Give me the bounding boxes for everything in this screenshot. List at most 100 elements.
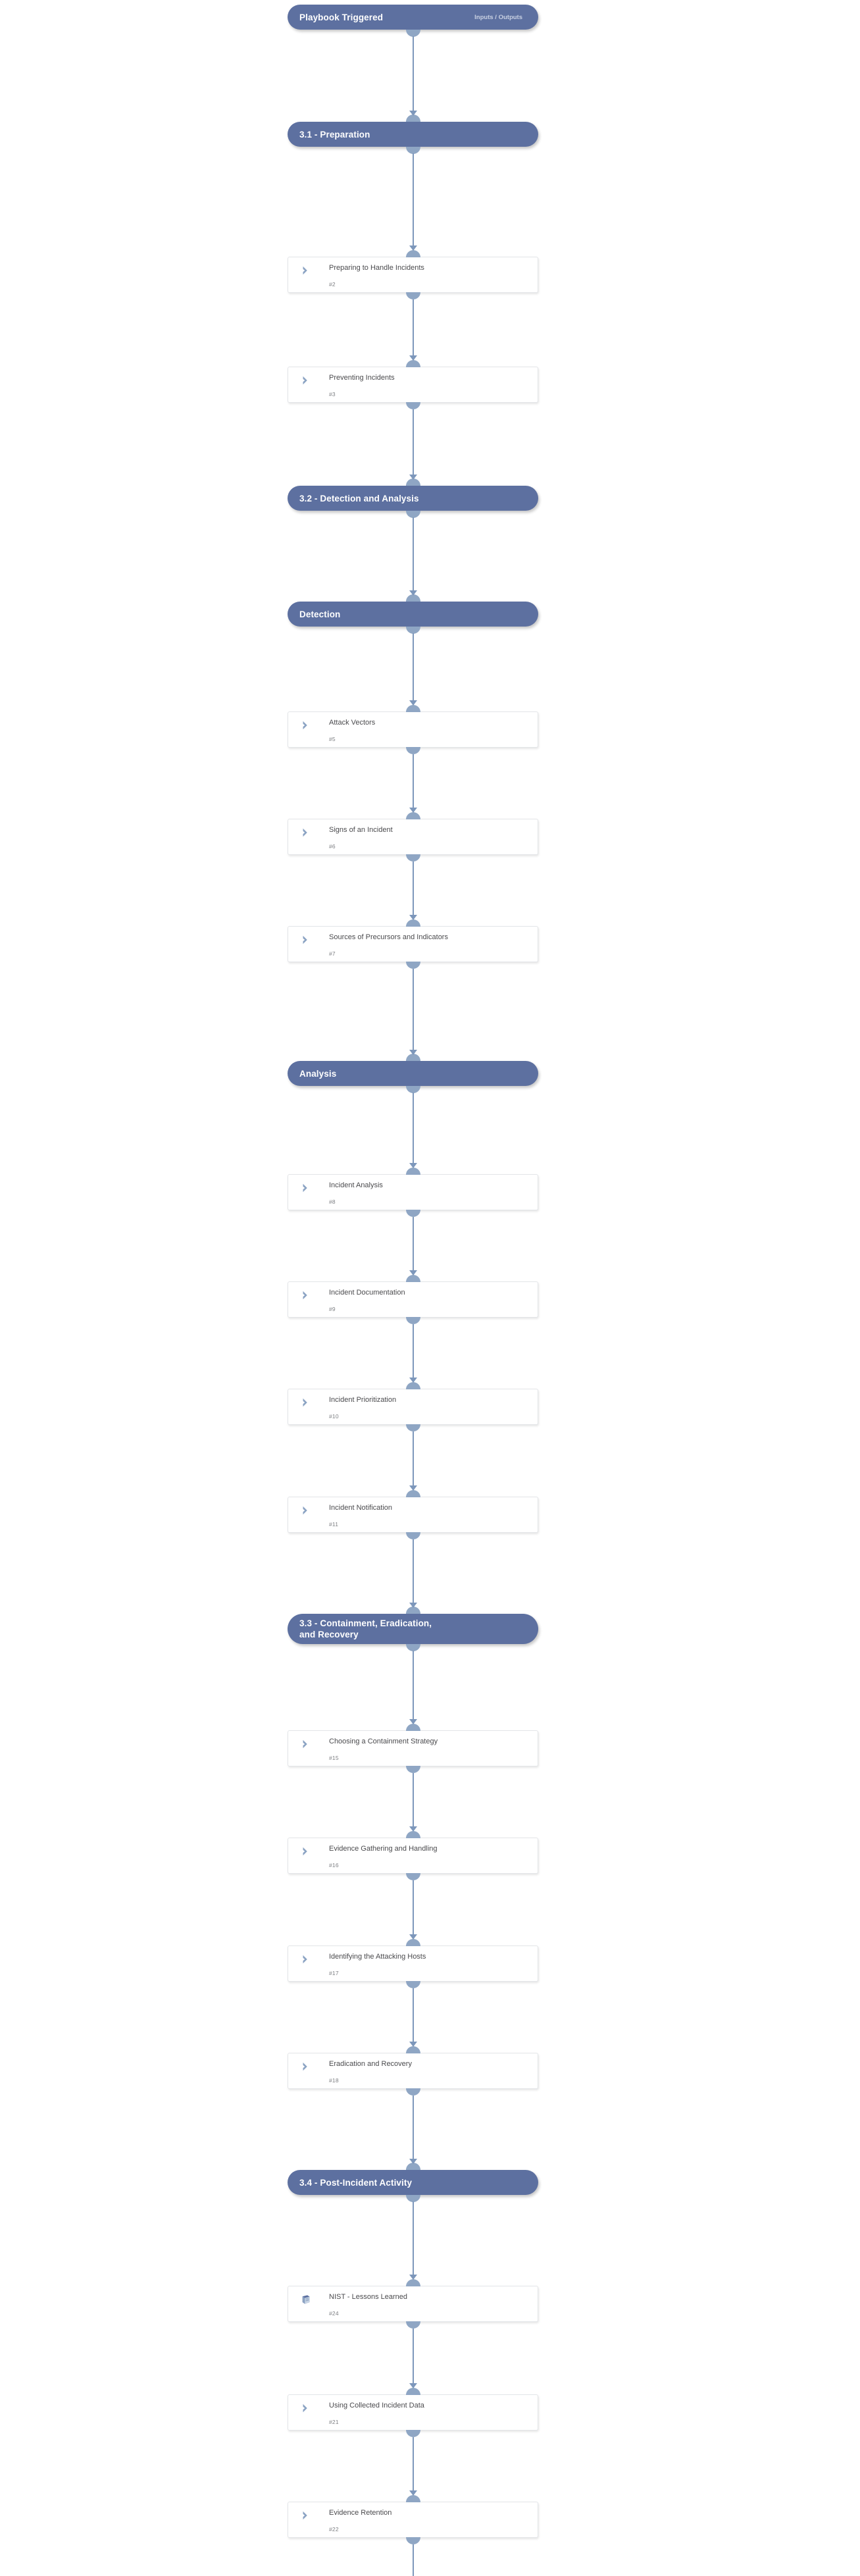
connector-port-in [405,1382,420,1389]
node-preventing-incidents[interactable]: Preventing Incidents #3 [288,360,538,409]
edge-connector [413,36,414,115]
identifying-the-attacking-hosts-title: Identifying the Attacking Hosts [329,1953,426,1961]
playbook-triggered-title: Playbook Triggered [299,12,384,22]
node-playbook-triggered[interactable]: Playbook Triggered Inputs / Outputs [288,5,538,37]
edge-connector [413,969,414,1054]
incident-analysis-ref: #8 [329,1198,336,1205]
connector-port-out [405,747,420,754]
node-eradication-and-recovery[interactable]: Eradication and Recovery #18 [288,2046,538,2096]
signs-of-an-incident-title: Signs of an Incident [329,826,393,834]
preventing-incidents-card[interactable]: Preventing Incidents #3 [288,360,538,409]
incident-documentation-card[interactable]: Incident Documentation #9 [288,1275,538,1324]
playbook-flowchart: Playbook Triggered Inputs / Outputs 3.1 - … [0,0,860,2576]
node-stage-3-4[interactable]: 3.4 - Post-Incident Activity [288,2163,538,2202]
node-sources-of-precursors-and-indicators[interactable]: Sources of Precursors and Indicators #7 [288,919,538,969]
chevron-right-icon [300,2402,312,2414]
node-stage-3-3[interactable]: 3.3 - Containment, Eradication, and Reco… [288,1607,538,1651]
node-incident-documentation[interactable]: Incident Documentation #9 [288,1275,538,1324]
chevron-right-icon [300,1397,312,1408]
sources-of-precursors-and-indicators-card[interactable]: Sources of Precursors and Indicators #7 [288,919,538,969]
chevron-right-icon [300,2510,312,2521]
edge-connector [413,1093,414,1168]
connector-port-in [405,2279,420,2286]
connector-port-out [405,402,420,409]
incident-documentation-ref: #9 [329,1306,336,1312]
evidence-retention-title: Evidence Retention [329,2509,392,2517]
eradication-and-recovery-card[interactable]: Eradication and Recovery #18 [288,2046,538,2096]
stage-detection-pill[interactable]: Detection [288,594,538,634]
signs-of-an-incident-card[interactable]: Signs of an Incident #6 [288,812,538,862]
stage-analysis-pill[interactable]: Analysis [288,1054,538,1093]
node-incident-analysis[interactable]: Incident Analysis #8 [288,1168,538,1217]
node-attack-vectors[interactable]: Attack Vectors #5 [288,705,538,754]
stage-3-1-pill[interactable]: 3.1 - Preparation [288,115,538,154]
chevron-right-icon [300,2061,312,2073]
attack-vectors-card[interactable]: Attack Vectors #5 [288,705,538,754]
chevron-right-icon [300,1289,312,1301]
incident-documentation-title: Incident Documentation [329,1289,405,1297]
stage-3-2-pill[interactable]: 3.2 - Detection and Analysis [288,478,538,518]
node-evidence-gathering-and-handling[interactable]: Evidence Gathering and Handling #16 [288,1831,538,1880]
nist-lessons-learned-card[interactable]: NIST - Lessons Learned #24 [288,2279,538,2329]
node-signs-of-an-incident[interactable]: Signs of an Incident #6 [288,812,538,862]
evidence-retention-card[interactable]: Evidence Retention #22 [288,2495,538,2544]
connector-port-out [405,1424,420,1431]
node-stage-analysis[interactable]: Analysis [288,1054,538,1093]
edge-connector [413,2329,414,2388]
sources-of-precursors-and-indicators-ref: #7 [329,950,336,957]
chevron-right-icon [300,1182,312,1194]
connector-port-in [405,1939,420,1946]
chevron-right-icon [300,265,312,276]
attack-vectors-title: Attack Vectors [329,719,376,727]
edge-connector [413,862,414,919]
node-preparing-to-handle-incidents[interactable]: Preparing to Handle Incidents #2 [288,250,538,299]
connector-port-out [405,854,420,862]
incident-notification-card[interactable]: Incident Notification #11 [288,1490,538,1539]
choosing-a-containment-strategy-card[interactable]: Choosing a Containment Strategy #15 [288,1724,538,1773]
evidence-gathering-and-handling-card[interactable]: Evidence Gathering and Handling #16 [288,1831,538,1880]
chevron-right-icon [300,1738,312,1750]
edge-connector [413,754,414,812]
preventing-incidents-title: Preventing Incidents [329,374,395,382]
chevron-right-icon [300,719,312,731]
chevron-right-icon [300,827,312,838]
incident-notification-ref: #11 [329,1521,339,1528]
stage-3-3-pill[interactable]: 3.3 - Containment, Eradication, and Reco… [288,1607,538,1651]
stage-3-4-title: 3.4 - Post-Incident Activity [299,2177,413,2188]
using-collected-incident-data-card[interactable]: Using Collected Incident Data #21 [288,2388,538,2437]
connector-port-in [405,812,420,819]
node-stage-detection[interactable]: Detection [288,594,538,634]
evidence-gathering-and-handling-title: Evidence Gathering and Handling [329,1845,438,1853]
incident-notification-title: Incident Notification [329,1504,392,1512]
edge-connector [413,1431,414,1490]
node-incident-prioritization[interactable]: Incident Prioritization #10 [288,1382,538,1431]
node-incident-notification[interactable]: Incident Notification #11 [288,1490,538,1539]
stage-3-1-title: 3.1 - Preparation [299,129,370,140]
connector-port-out [405,2537,420,2544]
chevron-right-icon [300,934,312,946]
stage-3-4-pill[interactable]: 3.4 - Post-Incident Activity [288,2163,538,2202]
node-using-collected-incident-data[interactable]: Using Collected Incident Data #21 [288,2388,538,2437]
playbook-triggered-pill[interactable]: Playbook Triggered Inputs / Outputs [288,5,538,37]
node-stage-3-1[interactable]: 3.1 - Preparation [288,115,538,154]
node-choosing-a-containment-strategy[interactable]: Choosing a Containment Strategy #15 [288,1724,538,1773]
connector-port-in [405,360,420,367]
preventing-incidents-ref: #3 [329,391,336,398]
edge-connector [413,1880,414,1939]
preparing-to-handle-incidents-card[interactable]: Preparing to Handle Incidents #2 [288,250,538,299]
nist-lessons-learned-title: NIST - Lessons Learned [329,2293,408,2301]
node-stage-3-2[interactable]: 3.2 - Detection and Analysis [288,478,538,518]
chevron-right-icon [300,1845,312,1857]
node-nist-lessons-learned[interactable]: NIST - Lessons Learned #24 [288,2279,538,2329]
incident-prioritization-card[interactable]: Incident Prioritization #10 [288,1382,538,1431]
eradication-and-recovery-ref: #18 [329,2077,339,2084]
edge-connector [413,2437,414,2495]
edge-connector [413,1773,414,1831]
choosing-a-containment-strategy-ref: #15 [329,1755,339,1761]
incident-analysis-card[interactable]: Incident Analysis #8 [288,1168,538,1217]
identifying-the-attacking-hosts-ref: #17 [329,1970,339,1976]
identifying-the-attacking-hosts-card[interactable]: Identifying the Attacking Hosts #17 [288,1939,538,1988]
node-identifying-the-attacking-hosts[interactable]: Identifying the Attacking Hosts #17 [288,1939,538,1988]
sources-of-precursors-and-indicators-title: Sources of Precursors and Indicators [329,933,448,941]
node-evidence-retention[interactable]: Evidence Retention #22 [288,2495,538,2544]
